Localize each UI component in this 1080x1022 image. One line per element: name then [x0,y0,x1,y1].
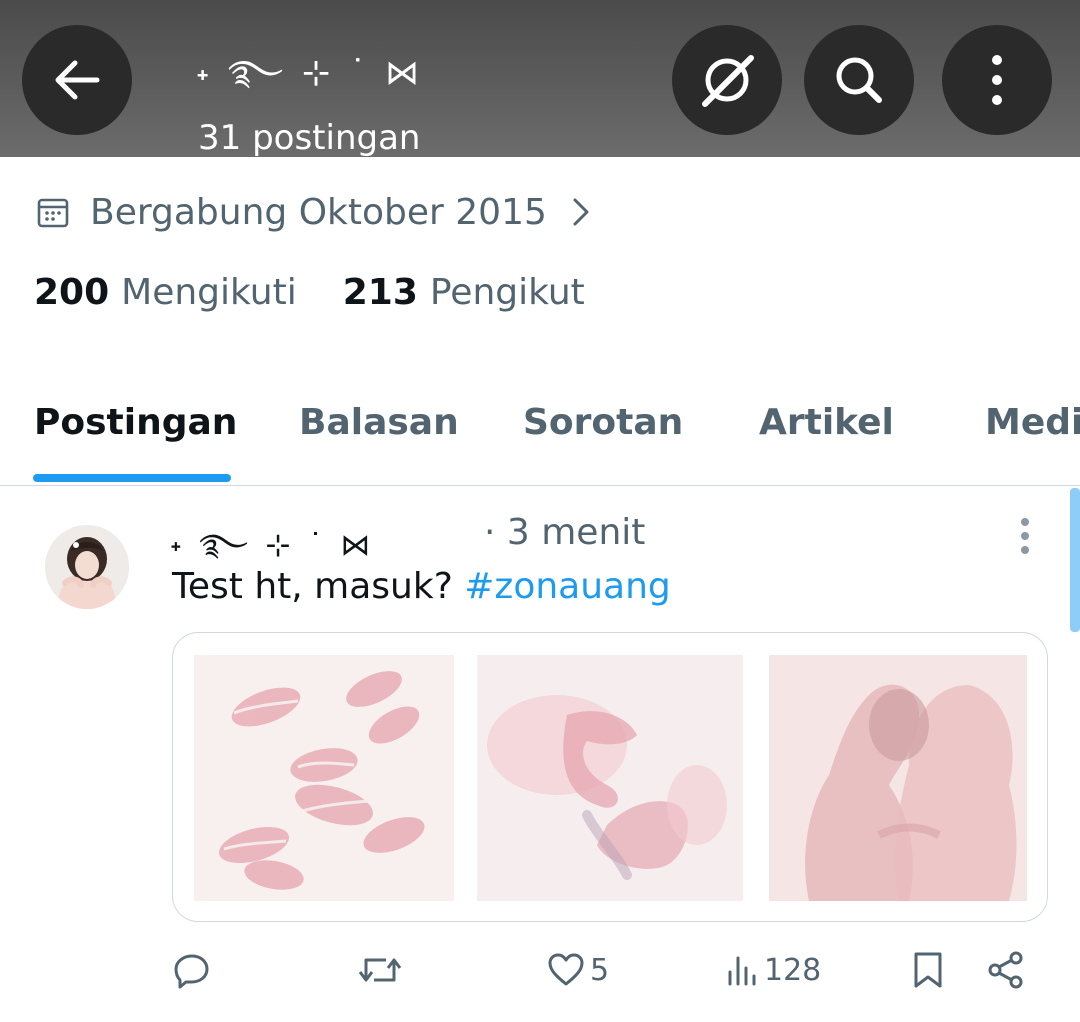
scrollbar-thumb[interactable] [1070,488,1080,632]
header-display-name: ˖ ࿐ ⊹ ˙ ⋈ [196,53,424,93]
joined-date-text: Bergabung Oktober 2015 [90,191,547,233]
media-image-1[interactable] [194,655,454,901]
share-icon [988,951,1023,989]
reply-button[interactable] [172,950,212,990]
following-label: Mengikuti [121,272,297,313]
reply-icon [174,954,209,989]
bookmark-button[interactable] [910,950,946,990]
tab-replies[interactable]: Balasan [299,402,459,443]
post-timestamp[interactable]: · 3 menit [484,512,645,553]
arrow-left-icon [55,60,100,100]
follow-stats: 200 Mengikuti 213 Pengikut [34,272,585,313]
followers-link[interactable]: 213 Pengikut [343,272,585,313]
post-body: Test ht, masuk? [172,566,465,607]
like-button[interactable]: 5 [546,950,609,990]
joined-date-row[interactable]: Bergabung Oktober 2015 [36,186,591,238]
like-count: 5 [590,952,610,988]
back-button[interactable] [22,25,132,135]
post-more-button[interactable] [1008,516,1042,556]
more-options-button[interactable] [942,25,1052,135]
grok-icon [702,55,754,107]
search-icon [836,57,882,103]
tab-highlights[interactable]: Sorotan [523,402,683,443]
active-tab-indicator [33,474,231,482]
media-image-2[interactable] [477,655,743,901]
bookmark-icon [914,952,942,988]
tab-media[interactable]: Media [985,402,1080,443]
grok-button[interactable] [672,25,782,135]
calendar-icon [37,198,69,228]
avatar[interactable] [45,525,129,609]
views-button[interactable]: 128 [724,950,821,990]
post-text: Test ht, masuk? #zonauang [172,566,671,607]
profile-header: ˖ ࿐ ⊹ ˙ ⋈ 31 postingan [0,0,1080,157]
post-action-bar: 5 128 [0,944,1080,1008]
chevron-right-icon [573,198,589,226]
vertical-dots-icon [992,55,1002,105]
search-button[interactable] [804,25,914,135]
followers-label: Pengikut [429,272,585,313]
vertical-dots-icon [1021,518,1029,554]
tab-posts[interactable]: Postingan [34,402,237,443]
post-hashtag[interactable]: #zonauang [464,566,671,607]
following-link[interactable]: 200 Mengikuti [34,272,297,313]
followers-count: 213 [342,272,418,313]
following-count: 200 [34,272,110,313]
media-image-3[interactable] [769,655,1027,901]
tab-articles[interactable]: Artikel [759,402,894,443]
share-button[interactable] [986,950,1026,990]
post-media-grid [172,632,1048,922]
view-count: 128 [764,952,822,988]
heart-icon [548,953,584,986]
profile-tabs: Postingan Balasan Sorotan Artikel Media [0,392,1080,486]
header-post-count: 31 postingan [198,118,421,157]
repost-button[interactable] [356,950,404,990]
bar-chart-icon [728,956,756,986]
repost-icon [358,958,402,982]
